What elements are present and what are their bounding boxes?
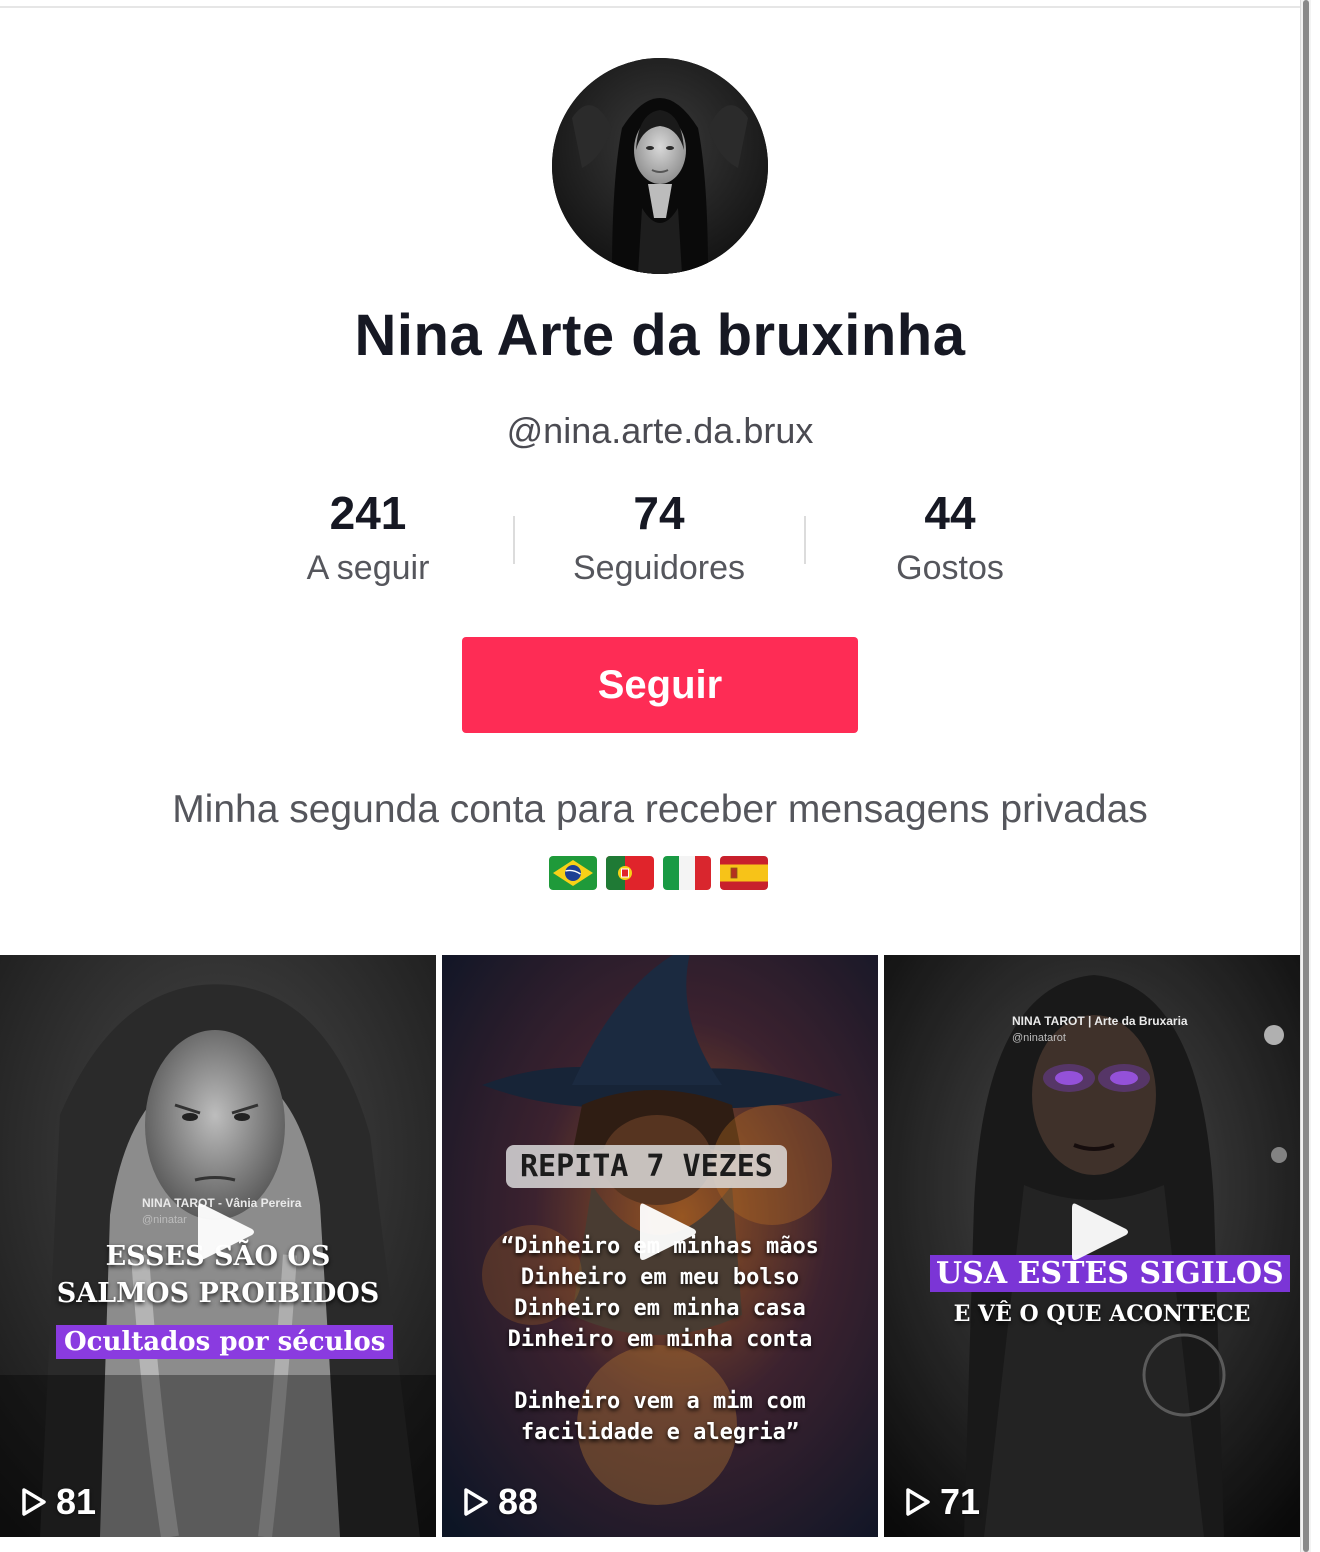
- brazil-flag: [549, 856, 597, 890]
- play-icon: [1072, 1203, 1128, 1260]
- stat-following-label: A seguir: [306, 549, 430, 587]
- view-count-value: 71: [940, 1481, 981, 1522]
- view-count: 88: [462, 1481, 538, 1523]
- video-grid: NINA TAROT - Vânia Pereira @ninatar ESSE…: [0, 955, 1320, 1537]
- play-outline-icon: [22, 1488, 46, 1516]
- overlay-caption-line: Dinheiro vem a mim com: [514, 1389, 806, 1414]
- stat-following-value: 241: [329, 487, 407, 539]
- overlay-account-handle: @ninatarot: [1012, 1032, 1066, 1044]
- video-thumbnail[interactable]: REPITA 7 VEZES “Dinheiro em minhas mãos …: [442, 955, 878, 1537]
- stat-likes-value: 44: [924, 487, 976, 539]
- avatar[interactable]: [552, 58, 768, 274]
- bio-text: Minha segunda conta para receber mensage…: [172, 788, 1148, 831]
- stat-followers-value: 74: [633, 487, 685, 539]
- video-thumbnail[interactable]: NINA TAROT - Vânia Pereira @ninatar ESSE…: [0, 955, 436, 1537]
- display-name: Nina Arte da bruxinha: [354, 303, 966, 368]
- top-divider: [0, 6, 1300, 8]
- overlay-caption-line: E VÊ O QUE ACONTECE: [953, 1301, 1251, 1327]
- stat-following[interactable]: 241 A seguir: [238, 486, 498, 588]
- view-count: 81: [20, 1481, 96, 1523]
- overlay-caption-line: Dinheiro em minha conta: [507, 1327, 813, 1352]
- view-count-value: 81: [56, 1481, 97, 1522]
- stat-likes-label: Gostos: [896, 549, 1004, 587]
- overlay-title: REPITA 7 VEZES: [506, 1145, 787, 1188]
- italy-flag: [663, 856, 711, 890]
- overlay-caption-line: Dinheiro em minha casa: [514, 1296, 806, 1321]
- stat-likes: 44 Gostos: [820, 486, 1080, 588]
- play-icon: [198, 1203, 254, 1260]
- view-count: 71: [904, 1481, 980, 1523]
- play-outline-icon: [464, 1488, 488, 1516]
- overlay-caption-line: facilidade e alegria”: [520, 1420, 800, 1445]
- profile-page: Nina Arte da bruxinha @nina.arte.da.brux…: [0, 0, 1320, 1552]
- username: @nina.arte.da.brux: [506, 410, 814, 451]
- play-outline-icon: [906, 1488, 930, 1516]
- portugal-flag: [606, 856, 654, 890]
- overlay-caption-line: Dinheiro em meu bolso: [520, 1265, 800, 1290]
- stat-followers-label: Seguidores: [572, 549, 745, 587]
- overlay-account-handle: @ninatar: [142, 1214, 187, 1226]
- follow-button[interactable]: Seguir: [462, 637, 858, 733]
- play-icon: [640, 1203, 696, 1260]
- stat-followers[interactable]: 74 Seguidores: [529, 486, 789, 588]
- view-count-value: 88: [498, 1481, 539, 1522]
- overlay-highlight: Ocultados por séculos: [56, 1325, 394, 1359]
- overlay-account-name: NINA TAROT | Arte da Bruxaria: [1012, 1014, 1188, 1028]
- video-thumbnail[interactable]: NINA TAROT | Arte da Bruxaria @ninatarot…: [884, 955, 1300, 1537]
- spain-flag: [720, 856, 768, 890]
- bio-flags: [549, 856, 771, 892]
- stat-divider: [804, 516, 806, 564]
- stat-divider: [513, 516, 515, 564]
- overlay-caption-line: SALMOS PROIBIDOS: [56, 1278, 380, 1309]
